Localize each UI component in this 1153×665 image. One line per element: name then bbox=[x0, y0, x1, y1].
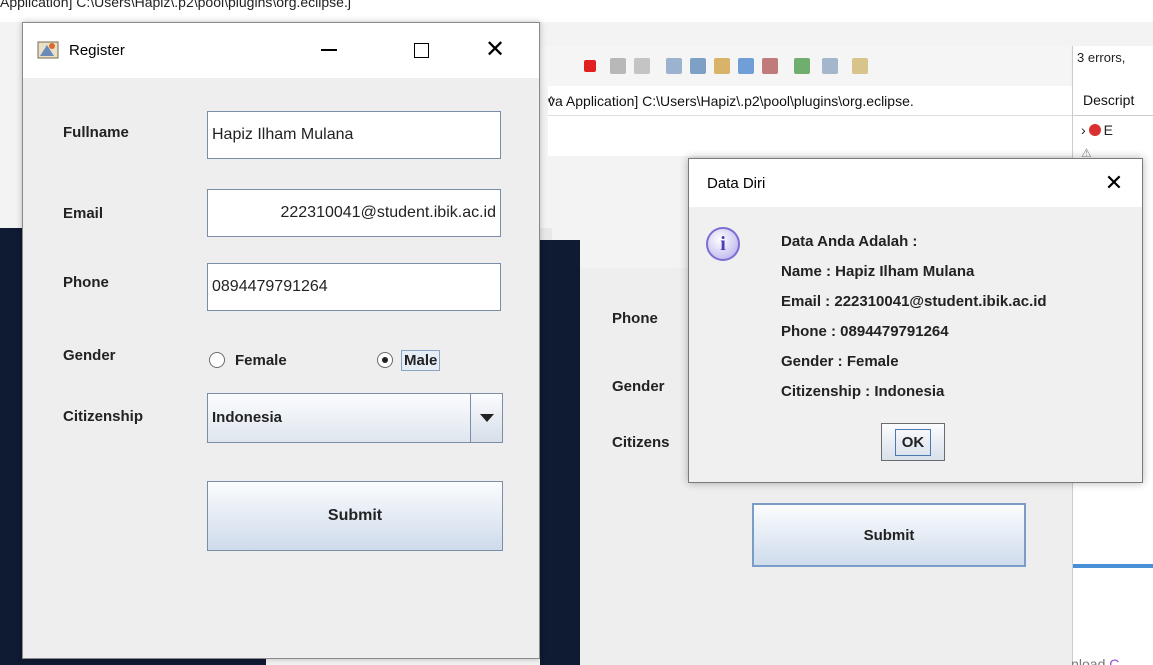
fullname-input[interactable]: Hapiz Ilham Mulana bbox=[207, 111, 501, 159]
message-name: Name : Hapiz Ilham Mulana bbox=[781, 263, 975, 280]
maximize-icon bbox=[413, 42, 429, 58]
gender-label: Gender bbox=[63, 347, 116, 364]
word-wrap-icon[interactable] bbox=[690, 58, 706, 74]
display-console-icon[interactable] bbox=[822, 58, 838, 74]
email-input[interactable]: 222310041@student.ibik.ac.id bbox=[207, 189, 501, 237]
female-radio-circle[interactable] bbox=[209, 352, 225, 368]
new-console-icon[interactable] bbox=[852, 58, 868, 74]
problem-row[interactable]: › E bbox=[1081, 122, 1113, 138]
male-radio-circle[interactable] bbox=[377, 352, 393, 368]
submit-button[interactable]: Submit bbox=[207, 481, 503, 551]
open-console-icon[interactable] bbox=[794, 58, 810, 74]
show-console-icon[interactable] bbox=[714, 58, 730, 74]
citizenship-dropdown-button[interactable] bbox=[470, 394, 502, 442]
stop-icon[interactable] bbox=[584, 60, 596, 72]
gender-male-radio[interactable]: Male bbox=[377, 349, 441, 371]
maximize-button[interactable] bbox=[399, 33, 443, 67]
remove-launch-icon[interactable] bbox=[610, 58, 626, 74]
java-app-icon bbox=[37, 41, 59, 59]
phone-input[interactable]: 0894479791264 bbox=[207, 263, 501, 311]
pin-console-icon[interactable] bbox=[738, 58, 754, 74]
citizenship-value: Indonesia bbox=[212, 409, 283, 426]
close-icon: ✕ bbox=[484, 36, 506, 63]
close-icon: ✕ bbox=[1104, 170, 1124, 195]
chevron-down-icon bbox=[479, 414, 494, 422]
email-label: Email bbox=[63, 205, 104, 222]
data-diri-dialog: Data Diri ✕ i Data Anda Adalah : Name : … bbox=[688, 158, 1143, 483]
background-title-strip: Application] C:\Users\Hapiz\.p2\pool\plu… bbox=[0, 0, 1153, 22]
desktop-dark-area-2 bbox=[540, 240, 580, 665]
errors-summary: 3 errors, bbox=[1077, 50, 1126, 65]
info-icon: i bbox=[706, 227, 740, 261]
scroll-up-icon[interactable]: ^ bbox=[548, 93, 1060, 109]
female-radio-label[interactable]: Female bbox=[233, 351, 289, 370]
description-header-label: Descript bbox=[1083, 92, 1135, 108]
dialog-title: Data Diri bbox=[707, 175, 766, 192]
error-icon bbox=[1088, 124, 1101, 136]
download-link[interactable]: C bbox=[1109, 656, 1119, 665]
problem-row-text: E bbox=[1103, 122, 1114, 138]
fullname-value: Hapiz Ilham Mulana bbox=[212, 126, 354, 143]
ok-button[interactable]: OK bbox=[881, 423, 945, 461]
console-area bbox=[548, 116, 1072, 156]
background-path-text: Application] C:\Users\Hapiz\.p2\pool\plu… bbox=[0, 0, 351, 10]
message-email: Email : 222310041@student.ibik.ac.id bbox=[781, 293, 1047, 310]
register-title: Register bbox=[69, 42, 125, 59]
minimize-button[interactable] bbox=[307, 33, 351, 67]
remove-all-icon[interactable] bbox=[634, 58, 650, 74]
console-header: va Application] C:\Users\Hapiz\.p2\pool\… bbox=[548, 86, 1072, 116]
fullname-label: Fullname bbox=[63, 124, 129, 141]
gender-female-radio[interactable]: Female bbox=[209, 349, 289, 371]
phone-label: Phone bbox=[63, 274, 109, 291]
minimize-icon bbox=[321, 49, 337, 51]
bg-gender-label: Gender bbox=[612, 378, 665, 395]
email-value: 222310041@student.ibik.ac.id bbox=[280, 204, 496, 221]
expand-chevron-icon[interactable]: › bbox=[1081, 122, 1086, 138]
bg-phone-label: Phone bbox=[612, 310, 658, 327]
dialog-close-button[interactable]: ✕ bbox=[1096, 167, 1132, 199]
bg-submit-button[interactable]: Submit bbox=[752, 503, 1026, 567]
eclipse-toolbar bbox=[540, 46, 1070, 86]
dialog-titlebar[interactable]: Data Diri ✕ bbox=[689, 159, 1142, 207]
message-phone: Phone : 0894479791264 bbox=[781, 323, 949, 340]
message-gender: Gender : Female bbox=[781, 353, 899, 370]
phone-value: 0894479791264 bbox=[212, 278, 328, 295]
register-window: Register ✕ Fullname Hapiz Ilham Mulana E… bbox=[22, 22, 540, 659]
message-citizenship: Citizenship : Indonesia bbox=[781, 383, 945, 400]
male-radio-label[interactable]: Male bbox=[401, 349, 441, 371]
ok-label: OK bbox=[894, 428, 932, 456]
console-error-icon[interactable] bbox=[762, 58, 778, 74]
close-button[interactable]: ✕ bbox=[473, 33, 517, 67]
panel-accent-bar bbox=[1073, 564, 1153, 568]
scroll-lock-icon[interactable] bbox=[666, 58, 682, 74]
citizenship-select[interactable]: Indonesia bbox=[207, 393, 503, 443]
message-heading: Data Anda Adalah : bbox=[781, 233, 918, 250]
description-column-header[interactable]: Descript bbox=[1073, 86, 1153, 116]
bg-citizenship-label: Citizens bbox=[612, 434, 670, 451]
register-titlebar[interactable]: Register ✕ bbox=[23, 23, 539, 78]
citizenship-label: Citizenship bbox=[63, 408, 144, 425]
